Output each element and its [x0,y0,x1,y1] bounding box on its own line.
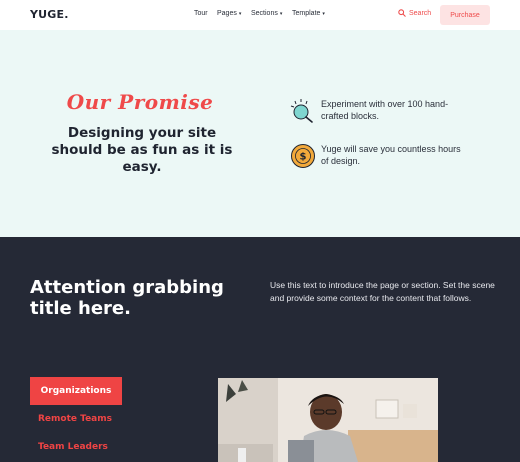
feature-text: Experiment with over 100 hand-crafted bl… [321,99,449,121]
top-navbar: YUGE. Tour Pages ▾ Sections ▾ Template ▾… [0,0,520,30]
tab-organizations[interactable]: Organizations [30,377,122,405]
search-button[interactable]: Search [398,9,431,17]
chevron-down-icon: ▾ [238,10,242,17]
chevron-down-icon: ▾ [279,10,283,17]
purchase-button[interactable]: Purchase [440,5,490,25]
chevron-down-icon: ▾ [322,10,325,17]
tab-team-leaders[interactable]: Team Leaders [38,442,108,452]
hero-title: Designing your site should be as fun as … [51,125,233,175]
tab-photo [218,378,438,462]
nav-item-tour[interactable]: Tour [194,10,208,17]
nav-item-template[interactable]: Template ▾ [292,10,325,17]
magnifier-sparkle-icon [290,99,313,123]
svg-text:$: $ [300,152,307,163]
feature-text: Yuge will save you countless hours of de… [321,144,461,166]
logo[interactable]: YUGE. [30,8,69,21]
nav-item-label: Tour [194,10,208,17]
section-description: Use this text to introduce the page or s… [270,280,495,303]
search-icon [398,9,406,17]
hero-section: Our Promise Designing your site should b… [0,30,520,237]
nav-item-label: Template [292,10,321,17]
nav-item-label: Pages [217,10,237,17]
coin-icon: $ [291,144,315,168]
nav-item-pages[interactable]: Pages ▾ [217,10,241,17]
feature-item: Experiment with over 100 hand-crafted bl… [290,98,466,124]
section-title: Attention grabbing title here. [30,277,224,319]
tab-remote-teams[interactable]: Remote Teams [38,414,112,424]
content-section: Attention grabbing title here. Use this … [0,237,520,462]
feature-item: $ Yuge will save you countless hours of … [290,143,466,169]
hero-kicker: Our Promise [66,90,214,114]
nav-item-label: Sections [251,10,278,17]
nav-item-sections[interactable]: Sections ▾ [251,10,282,17]
search-label: Search [409,9,432,17]
